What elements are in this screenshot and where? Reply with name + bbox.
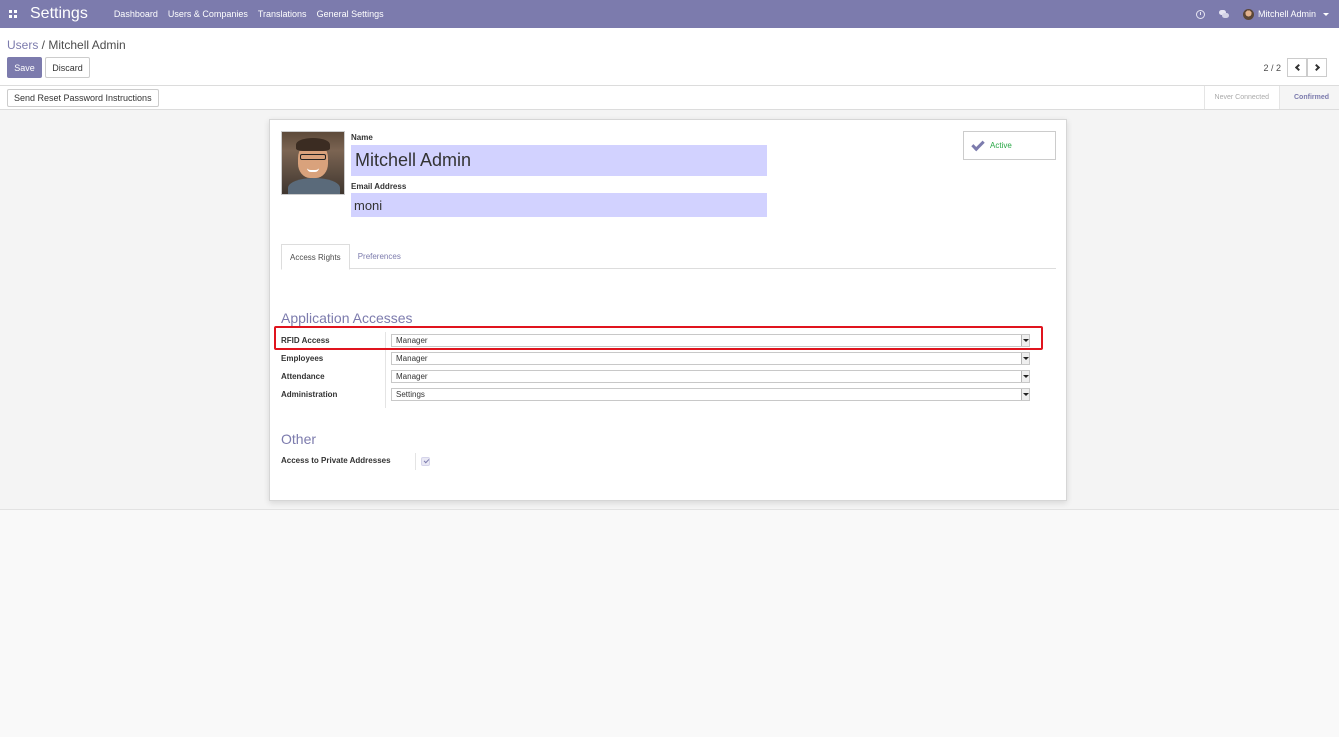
apps-menu-icon[interactable] — [6, 7, 20, 21]
pager-next-button[interactable] — [1307, 58, 1327, 77]
email-input[interactable]: moni — [351, 193, 767, 217]
systray: Mitchell Admin — [1195, 0, 1329, 28]
user-photo[interactable] — [281, 131, 345, 195]
send-reset-password-button[interactable]: Send Reset Password Instructions — [7, 89, 159, 107]
private-addresses-checkbox[interactable] — [421, 457, 430, 466]
breadcrumb-current: Mitchell Admin — [48, 38, 126, 52]
email-label: Email Address — [351, 182, 407, 191]
dropdown-arrow-icon[interactable] — [1021, 353, 1029, 364]
status-step-never-connected: Never Connected — [1203, 86, 1279, 109]
control-panel: Users / Mitchell Admin Save Discard 2 / … — [0, 28, 1339, 86]
dropdown-arrow-icon[interactable] — [1021, 389, 1029, 400]
save-button[interactable]: Save — [7, 57, 42, 78]
application-accesses-title: Application Accesses — [281, 310, 413, 326]
caret-down-icon — [1323, 12, 1329, 16]
administration-value: Settings — [396, 390, 425, 399]
chevron-left-icon — [1294, 63, 1302, 72]
status-bar: Send Reset Password Instructions Never C… — [0, 86, 1339, 110]
top-navbar: Settings Dashboard Users & Companies Tra… — [0, 0, 1339, 28]
active-toggle-button[interactable]: Active — [963, 131, 1056, 160]
check-icon — [971, 137, 985, 151]
attendance-select[interactable]: Manager — [391, 370, 1030, 383]
employees-select[interactable]: Manager — [391, 352, 1030, 365]
name-label: Name — [351, 133, 373, 142]
menu-dashboard[interactable]: Dashboard — [114, 9, 158, 19]
discard-button[interactable]: Discard — [45, 57, 90, 78]
attendance-value: Manager — [396, 372, 428, 381]
form-sheet: Name Mitchell Admin Email Address moni A… — [269, 119, 1067, 501]
employees-label: Employees — [281, 354, 324, 363]
chevron-right-icon — [1312, 63, 1320, 72]
tab-access-rights[interactable]: Access Rights — [281, 244, 350, 270]
messaging-chat-icon[interactable] — [1218, 10, 1229, 18]
user-avatar — [1242, 8, 1254, 20]
pager: 2 / 2 — [1263, 58, 1327, 77]
status-step-confirmed: Confirmed — [1279, 86, 1339, 109]
breadcrumb-users-link[interactable]: Users — [7, 38, 38, 52]
notebook-tabs: Access Rights Preferences — [281, 244, 1056, 270]
activity-clock-icon[interactable] — [1195, 9, 1205, 19]
attendance-label: Attendance — [281, 372, 325, 381]
breadcrumb-separator: / — [38, 38, 49, 52]
user-name: Mitchell Admin — [1257, 9, 1316, 19]
name-input[interactable]: Mitchell Admin — [351, 145, 767, 176]
rfid-access-highlight — [274, 326, 1043, 350]
field-separator — [415, 453, 416, 470]
administration-label: Administration — [281, 390, 338, 399]
other-section-title: Other — [281, 431, 317, 447]
status-steps: Never Connected Confirmed — [1203, 86, 1339, 109]
private-addresses-label: Access to Private Addresses — [281, 456, 391, 465]
menu-translations[interactable]: Translations — [258, 9, 307, 19]
breadcrumb: Users / Mitchell Admin — [7, 38, 126, 52]
administration-select[interactable]: Settings — [391, 388, 1030, 401]
pager-value[interactable]: 2 / 2 — [1263, 63, 1281, 73]
dropdown-arrow-icon[interactable] — [1021, 371, 1029, 382]
employees-value: Manager — [396, 354, 428, 363]
tab-preferences[interactable]: Preferences — [350, 244, 409, 269]
user-menu[interactable]: Mitchell Admin — [1242, 8, 1329, 20]
menu-users-companies[interactable]: Users & Companies — [168, 9, 248, 19]
menu-general-settings[interactable]: General Settings — [317, 9, 384, 19]
app-title: Settings — [30, 5, 88, 22]
pager-previous-button[interactable] — [1287, 58, 1307, 77]
active-label: Active — [990, 141, 1012, 150]
